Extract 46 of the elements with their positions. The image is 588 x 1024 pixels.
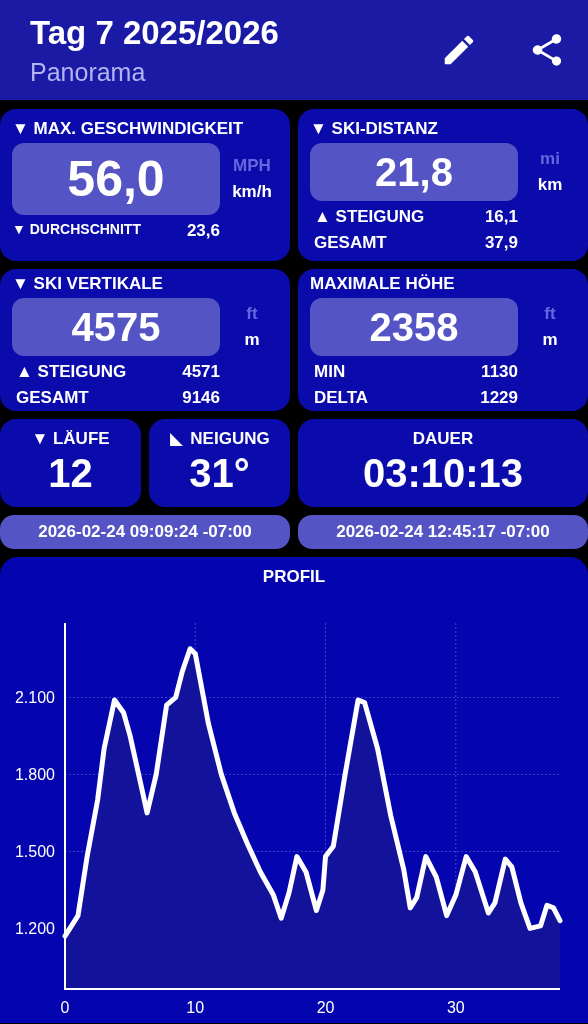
- duration-value: 03:10:13: [362, 451, 524, 496]
- detail-label: GESAMT: [314, 233, 387, 253]
- card-title: ▼ MAX. GESCHWINDIGKEIT: [12, 119, 245, 139]
- y-tick-label: 2.100: [14, 689, 55, 707]
- value-box: 56,0: [12, 143, 220, 215]
- y-tick-label: 1.200: [14, 920, 55, 938]
- card-title: DAUER: [412, 429, 474, 449]
- detail-value: 9146: [182, 388, 220, 408]
- unit-option[interactable]: km/h: [232, 182, 272, 202]
- detail-value: 37,9: [484, 233, 518, 253]
- resort-subtitle: Panorama: [30, 57, 147, 87]
- slope-icon: [169, 431, 185, 447]
- detail-value: 4571: [182, 362, 220, 382]
- detail-label: ▼ DURCHSCHNITT: [12, 221, 141, 239]
- stat-value: 31°: [189, 451, 250, 496]
- timestamp: 2026-02-24 09:09:24 -07:00: [0, 515, 290, 549]
- detail-value: 16,1: [484, 207, 518, 227]
- detail-value: 1130: [481, 362, 518, 382]
- card-title: NEIGUNG: [190, 429, 270, 449]
- value-box: 21,8: [310, 143, 518, 201]
- detail-value: 23,6: [186, 221, 220, 241]
- stat-value: 12: [48, 451, 93, 496]
- unit-option[interactable]: m: [244, 330, 260, 350]
- detail-label: DELTA: [314, 388, 369, 408]
- timestamp: 2026-02-24 12:45:17 -07:00: [298, 515, 588, 549]
- unit-option[interactable]: km: [537, 175, 563, 195]
- unit-option[interactable]: m: [542, 330, 558, 350]
- detail-label: ▲ STEIGUNG: [314, 207, 425, 227]
- card-title: ▼ SKI VERTIKALE: [12, 274, 164, 294]
- detail-label: ▲ STEIGUNG: [16, 362, 127, 382]
- y-tick-label: 1.800: [14, 766, 55, 784]
- x-tick-label: 30: [446, 999, 465, 1016]
- chart-title: PROFIL: [262, 567, 326, 587]
- y-tick-label: 1.500: [14, 843, 55, 861]
- card-title: ▼ LÄUFE: [31, 429, 110, 449]
- detail-label: GESAMT: [16, 388, 89, 408]
- card-title: ▼ SKI-DISTANZ: [310, 119, 439, 139]
- x-tick-label: 20: [316, 999, 335, 1016]
- card-title: MAXIMALE HÖHE: [310, 274, 456, 294]
- x-tick-label: 0: [60, 999, 70, 1016]
- detail-label: MIN: [314, 362, 346, 382]
- value-box: 2358: [310, 298, 518, 356]
- detail-value: 1229: [480, 388, 518, 408]
- day-title: Tag 7 2025/2026: [30, 13, 280, 52]
- value-box: 4575: [12, 298, 220, 356]
- x-tick-label: 10: [186, 999, 205, 1016]
